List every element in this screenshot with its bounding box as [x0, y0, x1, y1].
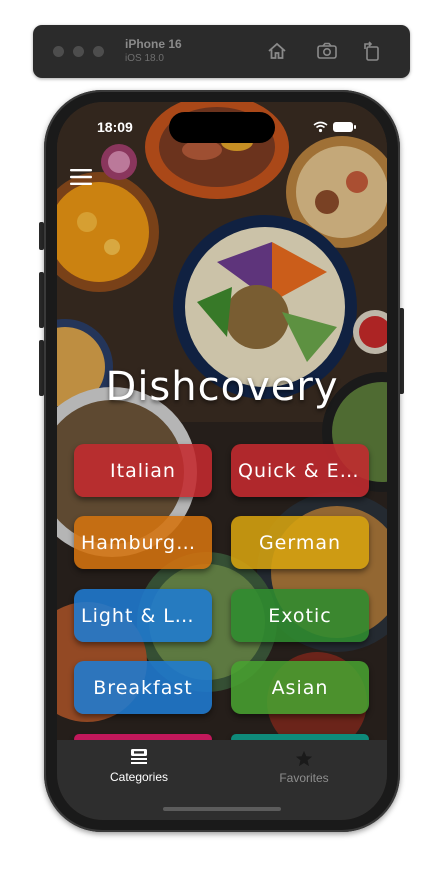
star-icon — [295, 750, 313, 767]
category-hamburgers[interactable]: Hamburgers — [74, 516, 212, 569]
category-label: Exotic — [268, 604, 332, 627]
screenshot-icon[interactable] — [316, 40, 338, 62]
category-german[interactable]: German — [231, 516, 369, 569]
status-icons — [313, 121, 356, 133]
window-close-dot[interactable] — [53, 46, 64, 57]
simulator-toolbar: iPhone 16 iOS 18.0 — [33, 25, 410, 78]
category-label: Italian — [110, 459, 176, 482]
wifi-icon — [313, 121, 328, 133]
categories-icon — [131, 749, 147, 764]
category-breakfast[interactable]: Breakfast — [74, 661, 212, 714]
category-asian[interactable]: Asian — [231, 661, 369, 714]
simulator-os-version: iOS 18.0 — [125, 53, 164, 64]
simulator-device-name: iPhone 16 — [125, 37, 182, 51]
tab-categories-label: Categories — [109, 770, 169, 784]
home-icon[interactable] — [266, 40, 288, 62]
phone-screen: 18:09 Dishcovery Italian Quick & Easy Ha… — [57, 102, 387, 820]
category-label: Asian — [271, 676, 329, 699]
category-label: Hamburgers — [81, 531, 205, 554]
category-exotic[interactable]: Exotic — [231, 589, 369, 642]
hamburger-menu-icon[interactable] — [70, 168, 92, 186]
window-minimize-dot[interactable] — [73, 46, 84, 57]
tab-favorites-label: Favorites — [279, 771, 329, 785]
battery-icon — [333, 122, 356, 132]
app-title: Dishcovery — [105, 364, 339, 410]
food-background-image — [57, 102, 387, 742]
category-light-lovely[interactable]: Light & Lovely — [74, 589, 212, 642]
category-quick-easy[interactable]: Quick & Easy — [231, 444, 369, 497]
category-label: Quick & Easy — [238, 459, 362, 482]
window-zoom-dot[interactable] — [93, 46, 104, 57]
category-label: German — [258, 531, 342, 554]
tab-favorites[interactable]: Favorites — [244, 750, 364, 785]
tab-categories[interactable]: Categories — [79, 748, 199, 784]
rotate-icon[interactable] — [361, 40, 383, 62]
home-indicator — [163, 807, 281, 811]
status-time: 18:09 — [97, 119, 133, 135]
category-label: Breakfast — [93, 676, 193, 699]
category-label: Light & Lovely — [81, 604, 205, 627]
dynamic-island — [169, 112, 275, 143]
category-italian[interactable]: Italian — [74, 444, 212, 497]
